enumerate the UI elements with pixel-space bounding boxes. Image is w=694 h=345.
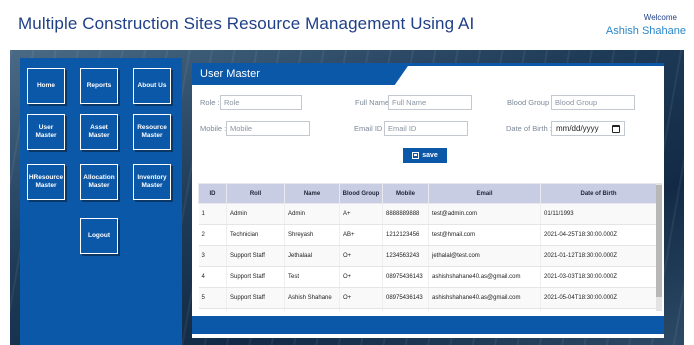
cell-mobile [382, 308, 429, 311]
cell-email: jethalal@test.com [428, 245, 541, 267]
cell-email: test@admin.com [428, 203, 541, 225]
dob-label: Date of Birth : [506, 124, 552, 133]
column-header[interactable]: Date of Birth [540, 183, 656, 204]
table-row[interactable]: 1 Admin Admin A+ 8888889888 test@admin.c… [198, 203, 656, 225]
cell-name: Test [284, 266, 340, 288]
table-row[interactable]: 2 Technician Shreyash AB+ 1212123456 tes… [198, 224, 656, 246]
sidebar-item-user-master[interactable]: User Master [27, 114, 65, 150]
cell-roll [226, 308, 285, 311]
cell-name: Admin [284, 203, 340, 225]
table-header-row: ID Roll Name Blood Group Mobile Email Da… [198, 183, 656, 204]
sidebar-item-about-us[interactable]: About Us [133, 68, 171, 104]
calendar-icon[interactable] [612, 124, 620, 133]
cell-blood-group: AB+ [339, 224, 383, 246]
sidebar: Home Reports About Us User Master Asset … [20, 58, 182, 345]
user-name[interactable]: Ashish Shahane [606, 25, 686, 37]
cell-blood-group: O+ [339, 245, 383, 267]
save-button[interactable]: save [403, 148, 447, 163]
email-label: Email ID : [354, 124, 387, 133]
role-input[interactable] [220, 95, 302, 110]
cell-blood-group: A+ [339, 203, 383, 225]
cell-email: ashishshahane40.as@gmail.com [428, 287, 541, 309]
cell-mobile: 1234563243 [382, 245, 429, 267]
sidebar-item-asset-master[interactable]: Asset Master [80, 114, 118, 150]
cell-blood-group: O+ [339, 287, 383, 309]
cell-mobile: 08975436143 [382, 287, 429, 309]
panel-header: User Master [192, 63, 664, 85]
cell-mobile: 1212123456 [382, 224, 429, 246]
table-row[interactable]: 4 Support Staff Test O+ 08975436143 ashi… [198, 266, 656, 288]
sidebar-item-resource-master[interactable]: Resource Master [133, 114, 171, 150]
welcome-label: Welcome [643, 13, 677, 22]
cell-id: 5 [198, 287, 227, 309]
cell-name: Ashish Shahane [284, 287, 340, 309]
sidebar-item-home[interactable]: Home [27, 68, 65, 104]
cell-dob: 2021-01-12T18:30:00.000Z [540, 245, 656, 267]
sidebar-item-inventory-master[interactable]: Inventory Master [133, 164, 171, 200]
cell-email: test@hmail.com [428, 224, 541, 246]
cell-dob: 01/11/1993 [540, 203, 656, 225]
sidebar-item-allocation-master[interactable]: Allocation Master [80, 164, 118, 200]
cell-email [428, 308, 541, 311]
panel-footer [192, 316, 664, 334]
column-header[interactable]: Blood Group [339, 183, 383, 204]
cell-mobile: 8888889888 [382, 203, 429, 225]
dob-input[interactable]: mm/dd/yyyy [551, 121, 625, 136]
table-row[interactable]: 5 Support Staff Ashish Shahane O+ 089754… [198, 287, 656, 309]
cell-mobile: 08975436143 [382, 266, 429, 288]
column-header[interactable]: Email [428, 183, 541, 204]
app-root: Multiple Construction Sites Resource Man… [0, 0, 694, 345]
column-header[interactable]: Roll [226, 183, 285, 204]
column-header[interactable]: Name [284, 183, 340, 204]
cell-id [198, 308, 227, 311]
cell-id: 4 [198, 266, 227, 288]
user-master-panel: User Master Role : Full Name : Blood Gro… [192, 63, 664, 338]
mobile-input[interactable] [226, 121, 310, 136]
save-icon [412, 152, 420, 159]
cell-dob [540, 308, 656, 311]
cell-roll: Admin [226, 203, 285, 225]
sidebar-item-reports[interactable]: Reports [80, 68, 118, 104]
cell-name [284, 308, 340, 311]
welcome-block: Welcome Ashish Shahane [606, 13, 686, 37]
cell-name: Jethalaal [284, 245, 340, 267]
table-row[interactable] [198, 308, 656, 311]
table-scrollbar[interactable] [656, 185, 662, 297]
cell-id: 3 [198, 245, 227, 267]
app-title: Multiple Construction Sites Resource Man… [18, 14, 475, 33]
column-header[interactable]: Mobile [382, 183, 429, 204]
full-name-input[interactable] [388, 95, 472, 110]
cell-dob: 2021-05-04T18:30:00.000Z [540, 287, 656, 309]
cell-name: Shreyash [284, 224, 340, 246]
cell-id: 1 [198, 203, 227, 225]
column-header[interactable]: ID [198, 183, 227, 204]
blood-group-input[interactable] [551, 95, 635, 110]
cell-roll: Support Staff [226, 266, 285, 288]
role-label: Role : [200, 98, 220, 107]
table-row[interactable]: 3 Support Staff Jethalaal O+ 1234563243 … [198, 245, 656, 267]
users-table: ID Roll Name Blood Group Mobile Email Da… [198, 183, 662, 311]
cell-blood-group [339, 308, 383, 311]
cell-email: ashishshahane40.as@gmail.com [428, 266, 541, 288]
email-input[interactable] [384, 121, 468, 136]
cell-roll: Support Staff [226, 245, 285, 267]
blood-group-label: Blood Group : [507, 98, 554, 107]
cell-roll: Technician [226, 224, 285, 246]
cell-dob: 2021-03-03T18:30:00.000Z [540, 266, 656, 288]
panel-title: User Master [200, 68, 260, 80]
cell-id: 2 [198, 224, 227, 246]
dob-value: mm/dd/yyyy [556, 124, 599, 133]
cell-blood-group: O+ [339, 266, 383, 288]
mobile-label: Mobile : [200, 124, 227, 133]
cell-dob: 2021-04-25T18:30:00.000Z [540, 224, 656, 246]
sidebar-item-hresource-master[interactable]: HResource Master [27, 164, 65, 200]
cell-roll: Support Staff [226, 287, 285, 309]
logout-button[interactable]: Logout [80, 218, 118, 254]
